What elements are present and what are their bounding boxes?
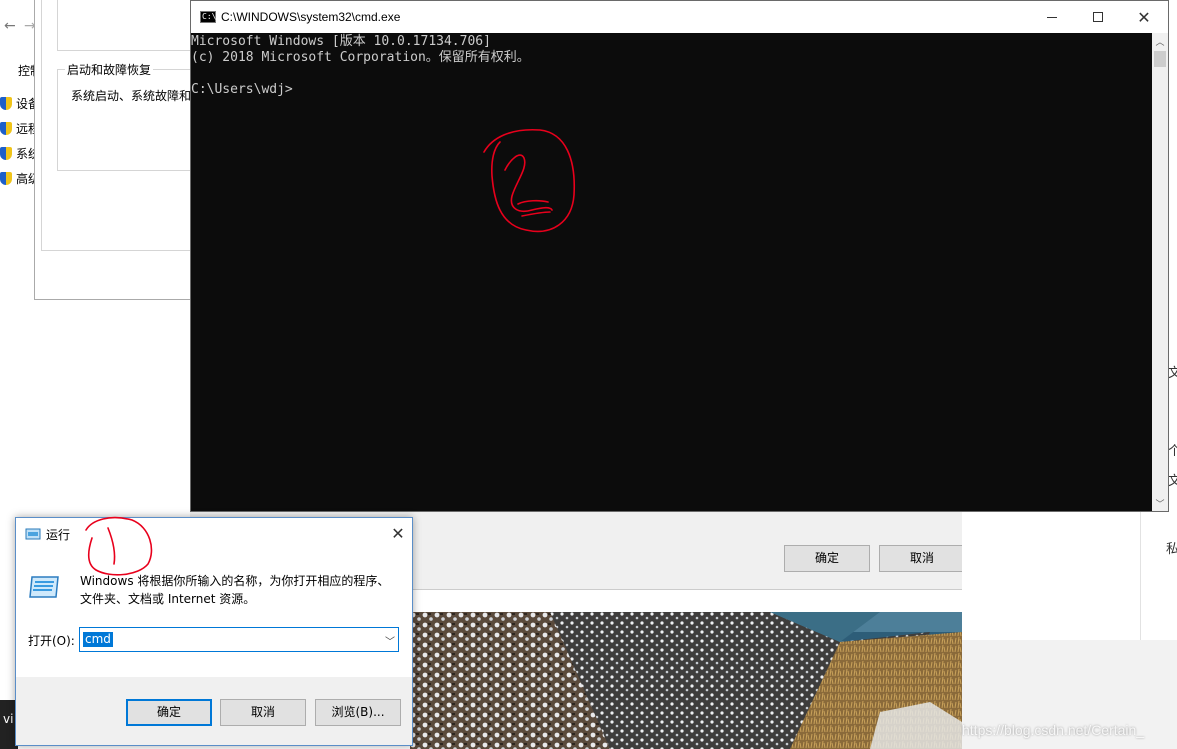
console-line: (c) 2018 Microsoft Corporation。保留所有权利。 [191, 50, 530, 65]
close-button[interactable]: ✕ [386, 521, 410, 545]
ok-button[interactable]: 确定 [126, 699, 212, 726]
run-dialog[interactable]: 运行 ✕ Windows 将根据你所输入的名称，为你打开相应的程序、文件夹、文档… [15, 517, 413, 746]
right-panel-text: 私 [1166, 542, 1177, 557]
open-label: 打开(O): [28, 634, 75, 648]
run-icon [25, 528, 41, 540]
open-combobox[interactable]: cmd ﹀ [79, 627, 399, 652]
browse-button[interactable]: 浏览(B)... [315, 699, 401, 726]
ok-button[interactable]: 确定 [784, 545, 870, 572]
scrollbar-thumb[interactable] [1154, 51, 1166, 67]
watermark: https://blog.csdn.net/Certain_ [962, 722, 1145, 738]
run-description: Windows 将根据你所输入的名称，为你打开相应的程序、文件夹、文档或 Int… [80, 574, 390, 606]
close-button[interactable]: ✕ [1121, 1, 1167, 33]
console-icon: C:\ [200, 11, 217, 23]
scroll-down-icon[interactable]: ﹀ [1152, 495, 1168, 511]
shield-icon [0, 121, 12, 135]
minimize-icon [1047, 16, 1057, 18]
dialog-title: 运行 [46, 528, 71, 542]
close-icon: ✕ [1137, 7, 1151, 27]
run-app-icon [29, 576, 59, 598]
cmd-titlebar[interactable]: C:\ C:\WINDOWS\system32\cmd.exe ✕ [191, 1, 1168, 33]
right-panel-text: 文 [1168, 366, 1177, 381]
open-input-value[interactable]: cmd [83, 632, 113, 647]
vertical-scrollbar[interactable]: ︿ ﹀ [1152, 33, 1168, 511]
group-description: 系统启动、系统故障和 [71, 89, 192, 103]
cancel-button[interactable]: 取消 [220, 699, 306, 726]
maximize-button[interactable] [1075, 1, 1121, 33]
console-line: Microsoft Windows [版本 10.0.17134.706] [191, 34, 491, 49]
shield-icon [0, 146, 12, 160]
back-arrow-icon[interactable]: ← [4, 18, 16, 34]
window-title: C:\WINDOWS\system32\cmd.exe [221, 10, 401, 24]
right-panel-text: 个 [1168, 444, 1177, 459]
desktop-wallpaper-photo [410, 612, 962, 749]
dialog-footer: 确定 取消 浏览(B)... [16, 677, 412, 745]
group-title: 启动和故障恢复 [65, 61, 154, 78]
maximize-icon [1093, 12, 1103, 22]
shield-icon [0, 171, 12, 185]
console-prompt: C:\Users\wdj> [191, 82, 293, 97]
minimize-button[interactable] [1029, 1, 1075, 33]
scroll-up-icon[interactable]: ︿ [1152, 33, 1168, 49]
chevron-down-icon[interactable]: ﹀ [385, 633, 395, 648]
close-icon: ✕ [391, 523, 405, 543]
cmd-window[interactable]: C:\ C:\WINDOWS\system32\cmd.exe ✕ Micros… [190, 0, 1169, 512]
console-output[interactable]: Microsoft Windows [版本 10.0.17134.706] (c… [191, 33, 1152, 511]
cancel-button[interactable]: 取消 [879, 545, 965, 572]
right-panel-text: 文 [1168, 474, 1177, 489]
mountain-landscape-image [410, 612, 962, 749]
taskbar-text: vi [3, 712, 14, 726]
shield-icon [0, 96, 12, 110]
